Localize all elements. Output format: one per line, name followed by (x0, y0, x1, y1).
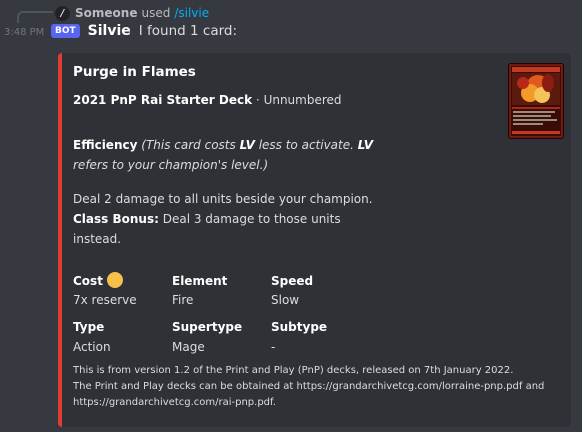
damage-text: Deal 2 damage to all units beside your c… (73, 189, 373, 249)
field-element-value: Fire (172, 293, 194, 307)
field-supertype-name: Supertype (172, 320, 243, 334)
reminder-part-3: refers to your champion's level.) (73, 158, 269, 172)
reminder-part-1: (This card costs (141, 138, 236, 152)
field-speed-value: Slow (271, 293, 300, 307)
card-number: Unnumbered (263, 93, 342, 107)
class-bonus-line-2: instead. (73, 232, 122, 246)
field-subtype-value: - (271, 340, 276, 354)
subtitle-separator: · (255, 93, 260, 107)
reply-action-text: used (141, 6, 171, 20)
reply-command-link[interactable]: /silvie (174, 6, 209, 20)
lv-keyword: LV (357, 138, 374, 152)
author-name[interactable]: Silvie (88, 23, 131, 39)
footer-line-2: The Print and Play decks can be obtained… (73, 381, 545, 392)
field-name-text: Cost (73, 274, 103, 288)
reply-username[interactable]: Someone (75, 6, 137, 20)
damage-line: Deal 2 damage to all units beside your c… (73, 192, 373, 206)
class-bonus-text: Deal 3 damage to those units (162, 212, 341, 226)
footer-line-3: https://grandarchivetcg.com/rai-pnp.pdf. (73, 397, 276, 408)
field-element-name: Element (172, 274, 228, 288)
class-bonus-line: Class Bonus: Deal 3 damage to those unit… (73, 209, 373, 229)
class-bonus-label: Class Bonus: (73, 212, 159, 226)
deck-name: 2021 PnP Rai Starter Deck (73, 93, 253, 107)
efficiency-keyword: Efficiency (73, 138, 138, 152)
effect-line-1: Efficiency (This card costs LV less to a… (73, 135, 373, 155)
effect-line-1b: refers to your champion's level.) (73, 155, 373, 175)
card-thumbnail[interactable] (508, 63, 564, 139)
field-type-value: Action (73, 340, 111, 354)
embed-title: Purge in Flames (73, 64, 196, 80)
embed-subtitle: 2021 PnP Rai Starter Deck · Unnumbered (73, 93, 342, 107)
reply-connector-line (17, 11, 53, 23)
lv-keyword: LV (239, 138, 255, 152)
field-type-name: Type (73, 320, 105, 334)
field-subtype-name: Subtype (271, 320, 328, 334)
reply-avatar[interactable]: / (55, 5, 70, 21)
message-timestamp: 3:48 PM (4, 27, 45, 38)
reminder-part-2: less to activate. (258, 138, 354, 152)
field-cost-value: 7x reserve (73, 293, 137, 307)
embed-footer: This is from version 1.2 of the Print an… (73, 363, 563, 411)
field-speed-name: Speed (271, 274, 314, 288)
field-cost-name: Cost (73, 272, 123, 288)
reply-preview[interactable]: / Someone used /silvie (55, 4, 209, 22)
message-header: BOT Silvie I found 1 card: (51, 23, 237, 39)
card-embed: Purge in Flames 2021 PnP Rai Starter Dec… (58, 53, 571, 427)
field-supertype-value: Mage (172, 340, 205, 354)
footer-line-1: This is from version 1.2 of the Print an… (73, 365, 514, 376)
card-art-icon (508, 63, 564, 139)
bot-badge: BOT (51, 24, 80, 38)
reserve-coin-icon (106, 272, 123, 288)
message-text: I found 1 card: (138, 23, 238, 39)
effect-text: Efficiency (This card costs LV less to a… (73, 135, 373, 175)
